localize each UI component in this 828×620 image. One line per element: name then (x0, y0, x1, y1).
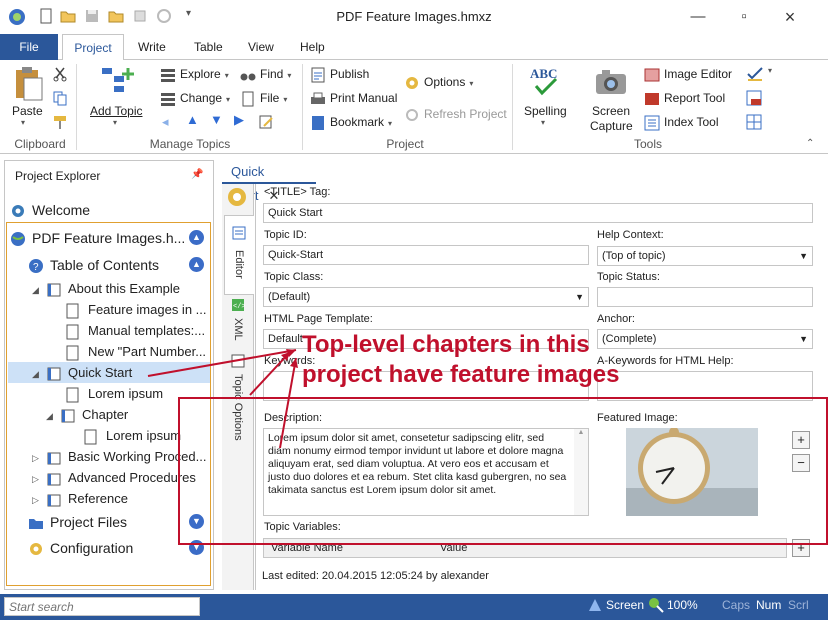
screen-icon (589, 599, 601, 611)
annotation-arrow (147, 349, 297, 377)
num-indicator: Num (756, 598, 782, 612)
annotation-box (178, 397, 828, 545)
annotation-text: Top-level chapters in this project have f… (302, 330, 619, 390)
annotation-arrow (279, 357, 297, 449)
screen-mode[interactable]: Screen (606, 598, 644, 612)
scrl-indicator: Scrl (788, 598, 809, 612)
zoom-icon (649, 598, 664, 613)
annotation-line-1: Top-level chapters in this (302, 331, 590, 358)
annotation-overlay (147, 349, 828, 545)
search-input[interactable] (4, 597, 200, 616)
annotation-arrowhead (290, 358, 298, 368)
annotation-line-2: project have feature images (302, 361, 620, 388)
annotation-arrow (249, 351, 291, 396)
caps-indicator: Caps (722, 598, 751, 612)
zoom-level[interactable]: 100% (667, 598, 698, 612)
